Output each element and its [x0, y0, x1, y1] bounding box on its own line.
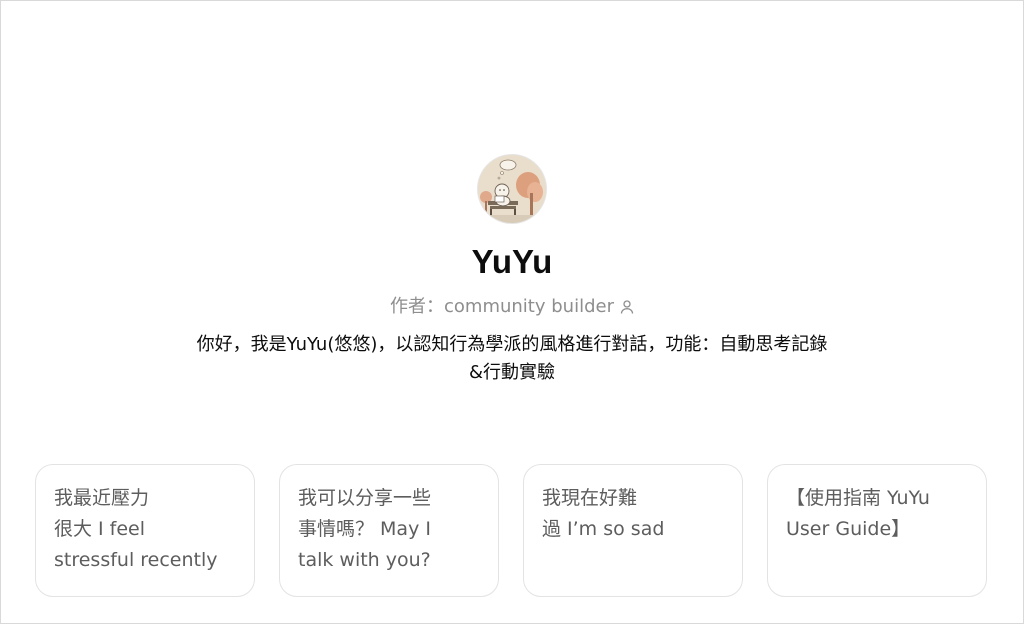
author-prefix: 作者： [390, 296, 445, 317]
starter-card[interactable]: 我最近壓力 很大 I feel stressful recently [35, 464, 255, 597]
starter-card[interactable]: 我可以分享一些 事情嗎？ May I talk with you? [279, 464, 499, 597]
app-frame: YuYu 作者： community builder 你好，我是YuYu(悠悠)，… [0, 0, 1024, 624]
gpt-description: 你好，我是YuYu(悠悠)，以認知行為學派的風格進行對話，功能：自動思考記錄&行… [196, 334, 828, 383]
author-line: 作者： community builder [390, 295, 634, 319]
gpt-name: YuYu [471, 243, 553, 280]
bench-reading-avatar-icon [478, 155, 546, 223]
author-name: community builder [444, 296, 614, 317]
gpt-header: YuYu 作者： community builder 你好，我是YuYu(悠悠)，… [1, 155, 1023, 387]
starter-card[interactable]: 我現在好難 過 I’m so sad [523, 464, 743, 597]
starter-card[interactable]: 【使用指南 YuYu User Guide】 [767, 464, 987, 597]
conversation-starters: 我最近壓力 很大 I feel stressful recently 我可以分享… [35, 464, 987, 597]
gpt-avatar [478, 155, 546, 223]
person-icon[interactable] [620, 299, 634, 315]
